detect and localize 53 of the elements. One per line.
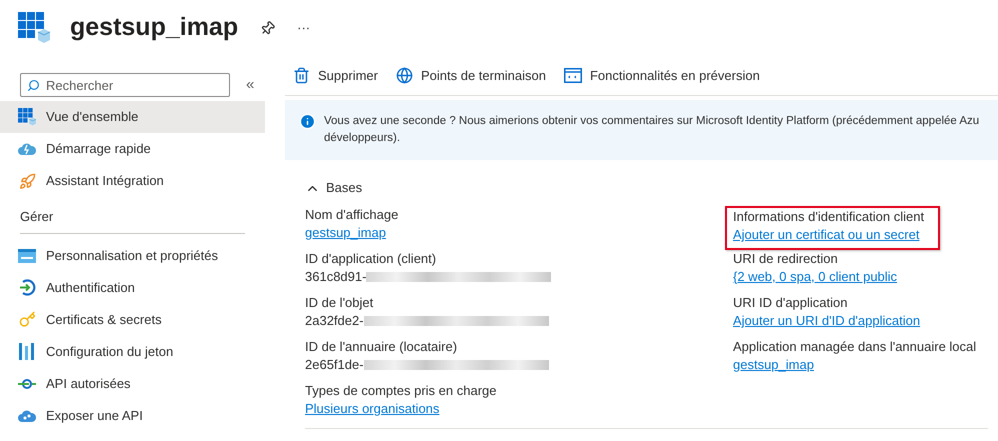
field-label: URI ID d'application bbox=[733, 294, 848, 312]
field-link[interactable]: Plusieurs organisations bbox=[305, 400, 440, 418]
field-label: Nom d'affichage bbox=[305, 206, 398, 224]
nav-item[interactable]: Authentification bbox=[0, 272, 265, 304]
field-link[interactable]: Ajouter un certificat ou un secret bbox=[733, 226, 920, 244]
banner-text: Vous avez une seconde ? Nous aimerions obtenir vos commentaires sur Microsoft Identity Platform (précédemment appelée Azu bbox=[324, 114, 980, 129]
preview-window-icon bbox=[564, 68, 582, 83]
info-icon bbox=[299, 113, 316, 130]
toolbar-button[interactable]: Points de terminaison bbox=[396, 66, 546, 86]
nav-item[interactable]: Exposer une API bbox=[0, 400, 265, 432]
field-label: Application managée dans l'annuaire local bbox=[733, 338, 976, 356]
app-grid-icon bbox=[18, 108, 36, 126]
field-link[interactable]: {2 web, 0 spa, 0 client public bbox=[733, 268, 898, 286]
search-icon bbox=[27, 79, 40, 92]
banner-text: développeurs). bbox=[324, 131, 402, 146]
page-title: gestsup_imap bbox=[70, 12, 238, 44]
cloud-icon bbox=[18, 142, 36, 156]
field-value: 2e65f1de- bbox=[305, 356, 364, 374]
key-icon bbox=[18, 311, 36, 328]
section-heading: Gérer bbox=[20, 207, 245, 234]
field-value: 2a32fde2- bbox=[305, 312, 364, 330]
field-value: 361c8d91- bbox=[305, 268, 366, 286]
field-link[interactable]: gestsup_imap bbox=[733, 356, 814, 374]
cloud-icon bbox=[18, 408, 36, 422]
field-link[interactable]: gestsup_imap bbox=[305, 224, 386, 242]
toolbar-button[interactable]: Fonctionnalités en préversion bbox=[564, 66, 760, 86]
field-label: Types de comptes pris en charge bbox=[305, 382, 496, 400]
toolbar-button[interactable]: Supprimer bbox=[293, 66, 378, 86]
nav-item[interactable]: API autorisées bbox=[0, 368, 265, 400]
globe-icon bbox=[396, 67, 413, 84]
field-link[interactable]: Ajouter un URI d'ID d'application bbox=[733, 312, 920, 330]
card-icon bbox=[18, 248, 36, 262]
more-button[interactable]: ··· bbox=[297, 18, 310, 38]
nav-item[interactable]: Vue d'ensemble bbox=[0, 101, 265, 133]
trash-icon bbox=[293, 67, 310, 84]
rocket-icon bbox=[18, 172, 36, 190]
app-grid-icon bbox=[18, 12, 50, 44]
nav-item[interactable]: Certificats & secrets bbox=[0, 304, 265, 336]
nav-item[interactable]: Configuration du jeton bbox=[0, 336, 265, 368]
nav-item[interactable]: Assistant Intégration bbox=[0, 165, 265, 197]
bars-icon bbox=[19, 343, 35, 360]
field-label: Informations d'identification client bbox=[733, 208, 924, 226]
nav-item[interactable]: Démarrage rapide bbox=[0, 133, 265, 165]
nav-item[interactable]: Personnalisation et propriétés bbox=[0, 240, 265, 272]
field-label: ID d'application (client) bbox=[305, 250, 438, 268]
search-field[interactable]: Rechercher bbox=[20, 73, 230, 97]
api-icon bbox=[18, 378, 36, 390]
section-toggle[interactable]: Bases bbox=[305, 178, 362, 198]
collapse-button[interactable]: « bbox=[246, 74, 254, 96]
field-label: ID de l'objet bbox=[305, 294, 374, 312]
field-label: URI de redirection bbox=[733, 250, 839, 268]
sign-in-icon bbox=[18, 279, 36, 296]
field-label: ID de l'annuaire (locataire) bbox=[305, 338, 458, 356]
